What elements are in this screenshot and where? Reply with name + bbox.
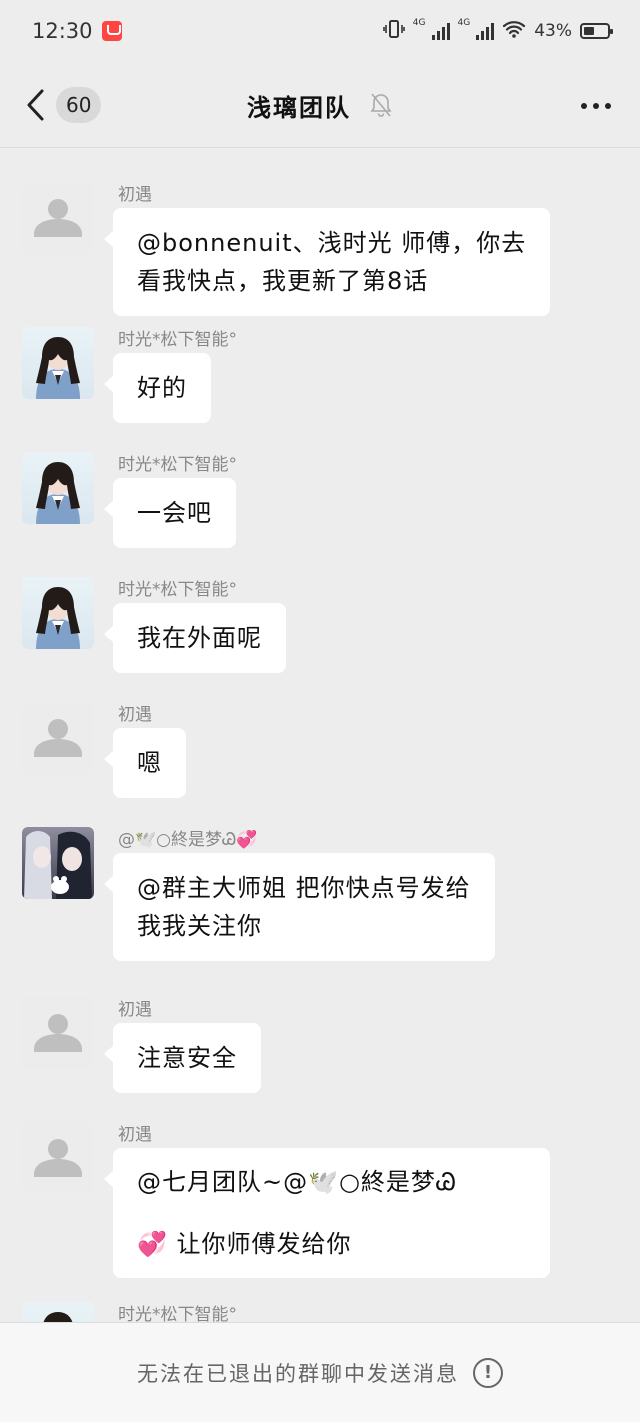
more-dot-icon: [605, 103, 611, 109]
status-icons: 4G 4G 43%: [382, 18, 613, 43]
more-dot-icon: [593, 103, 599, 109]
chat-screen: 12:30 4G 4G 43% 60 浅璃团队 初遇 @bonnenuit、浅时…: [0, 0, 640, 1422]
default-avatar[interactable]: [22, 997, 94, 1069]
message-line: 好的: [137, 374, 187, 402]
input-disabled-bar: 无法在已退出的群聊中发送消息 !: [0, 1322, 640, 1422]
sender-name: 时光*松下智能°: [118, 330, 237, 350]
message-line: 我在外面呢: [137, 624, 262, 652]
message-line: 我我关注你: [137, 912, 262, 940]
more-dot-icon: [581, 103, 587, 109]
more-options-button[interactable]: [574, 86, 618, 126]
message-line: 注意安全: [137, 1044, 237, 1072]
back-button[interactable]: 60: [26, 84, 106, 126]
muted-bell-icon: [369, 92, 393, 118]
signal-1-icon: [431, 22, 450, 40]
default-avatar[interactable]: [22, 182, 94, 254]
network-type-2: 4G: [457, 18, 471, 28]
signal-2-icon: [476, 22, 495, 40]
sender-name: 时光*松下智能°: [118, 580, 237, 600]
chat-title: 浅璃团队: [247, 93, 351, 122]
anime-avatar[interactable]: [22, 827, 94, 899]
message-line: 嗯: [137, 749, 162, 777]
default-avatar[interactable]: [22, 1122, 94, 1194]
girl-avatar[interactable]: [22, 1302, 94, 1322]
status-bar: 12:30 4G 4G 43%: [0, 0, 640, 62]
sender-name: @🕊️○終是梦Ꮚ💞: [118, 830, 258, 850]
wifi-icon: [502, 19, 526, 43]
girl-avatar[interactable]: [22, 452, 94, 524]
girl-avatar[interactable]: [22, 327, 94, 399]
message-bubble[interactable]: @群主大师姐 把你快点号发给 我我关注你: [104, 853, 495, 961]
default-avatar[interactable]: [22, 702, 94, 774]
unread-count-badge: 60: [56, 87, 102, 123]
chat-header: 60 浅璃团队: [0, 62, 640, 148]
message-line: @七月团队~@🕊️○終是梦Ꮚ: [137, 1168, 458, 1196]
girl-avatar[interactable]: [22, 577, 94, 649]
message-line: 💞 让你师傅发给你: [137, 1230, 352, 1258]
info-icon[interactable]: !: [473, 1357, 503, 1388]
message-bubble[interactable]: 嗯: [104, 728, 186, 798]
status-time: 12:30: [32, 19, 93, 43]
message-line: 一会吧: [137, 499, 212, 527]
shopping-bag-notification-icon: [101, 21, 122, 41]
message-line: @群主大师姐 把你快点号发给: [137, 874, 471, 902]
battery-percent: 43%: [534, 21, 572, 41]
sender-name: 初遇: [118, 185, 152, 205]
message-bubble[interactable]: @七月团队~@🕊️○終是梦Ꮚ 💞 让你师傅发给你: [104, 1148, 550, 1278]
message-bubble[interactable]: @bonnenuit、浅时光 师傅，你去 看我快点，我更新了第8话: [103, 208, 551, 316]
sender-name: 初遇: [118, 705, 152, 725]
message-bubble[interactable]: 好的: [104, 353, 211, 423]
sender-name: 时光*松下智能°: [118, 455, 237, 475]
message-list[interactable]: 初遇 @bonnenuit、浅时光 师傅，你去 看我快点，我更新了第8话 时光*…: [0, 148, 640, 1322]
sender-name: 初遇: [118, 1000, 152, 1020]
network-type-1: 4G: [412, 18, 426, 28]
sender-name: 时光*松下智能°: [118, 1305, 237, 1322]
battery-icon: [580, 23, 613, 39]
chevron-left-icon: [26, 88, 46, 122]
vibrate-icon: [382, 19, 405, 43]
sender-name: 初遇: [118, 1125, 152, 1145]
message-bubble[interactable]: 注意安全: [104, 1023, 261, 1093]
message-bubble[interactable]: 我在外面呢: [104, 603, 286, 673]
message-line: 看我快点，我更新了第8话: [137, 267, 429, 295]
exited-group-notice: 无法在已退出的群聊中发送消息: [137, 1361, 459, 1386]
message-line: @bonnenuit、浅时光 师傅，你去: [137, 229, 527, 257]
message-bubble[interactable]: 一会吧: [104, 478, 236, 548]
